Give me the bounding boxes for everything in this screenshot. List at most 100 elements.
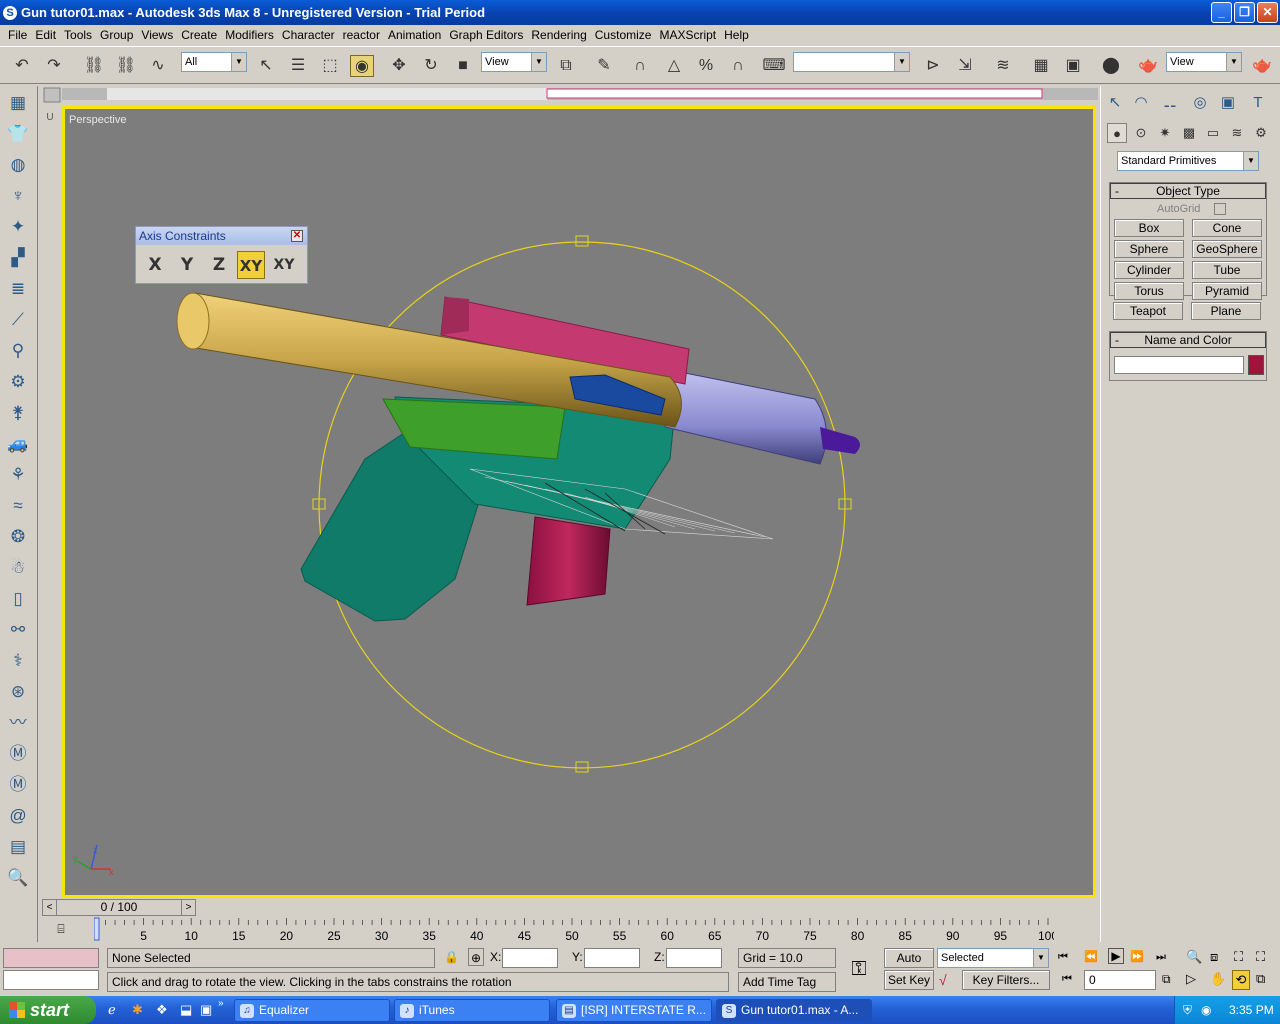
volume-tray-icon[interactable]: ◉ [1201,996,1211,1024]
material-editor-icon[interactable]: ⬤ [1099,55,1123,77]
network-tray-icon[interactable]: ⛨ [1183,996,1192,1024]
gun-barrel-shroud[interactable] [664,368,827,465]
quicklaunch-overflow-icon[interactable]: » [218,998,224,1009]
show-desktop-icon[interactable]: ▣ [200,1002,212,1018]
goto-end-icon[interactable]: ⏭ [1156,948,1166,966]
reference-coordinate-dropdown[interactable]: View ▼ [481,52,547,72]
set-key-icon[interactable]: ⚿ [844,954,874,984]
menu-graph-editors[interactable]: Graph Editors [445,28,527,42]
minimize-button[interactable]: _ [1211,2,1232,23]
percent-snap-icon[interactable]: % [694,55,718,77]
curve-editor-icon[interactable]: ▦ [1029,55,1053,77]
motor-icon[interactable]: ⚙ [3,369,33,395]
taskbar-item-equalizer[interactable]: ♫ Equalizer [234,999,390,1022]
menu-create[interactable]: Create [177,28,221,42]
key-mode-dropdown[interactable]: Selected ▼ [937,948,1049,968]
menu-file[interactable]: File [4,28,31,42]
y-coordinate-input[interactable] [584,948,640,968]
named-selection-dropdown[interactable]: ▼ [793,52,910,72]
select-and-scale-icon[interactable]: ■ [451,55,475,77]
box-button[interactable]: Box [1114,219,1184,237]
next-frame-arrow-icon[interactable]: > [181,900,195,915]
geosphere-button[interactable]: GeoSphere [1192,240,1262,258]
edit-named-selection-icon[interactable]: ⌨ [762,55,786,77]
mirror-icon[interactable]: ⊳ [921,55,945,77]
restrict-z-button[interactable]: Z [205,251,233,279]
menu-edit[interactable]: Edit [31,28,60,42]
fracture-icon[interactable]: ⚘ [3,462,33,488]
menu-animation[interactable]: Animation [384,28,445,42]
field-of-view-icon[interactable]: ▷ [1186,970,1196,988]
bind-to-space-warp-icon[interactable]: ∿ [146,55,170,77]
menu-tools[interactable]: Tools [60,28,96,42]
time-configuration-icon[interactable]: ⧉ [1162,970,1171,988]
window-crossing-icon[interactable]: ◉ [350,55,374,77]
teapot-button[interactable]: Teapot [1113,302,1183,320]
deforming-mesh-icon[interactable]: ✦ [3,214,33,240]
car-wheel-icon[interactable]: ⊛ [3,679,33,705]
axis-constraints-close-icon[interactable]: ✕ [291,230,303,242]
motion-tab-icon[interactable]: ◎ [1189,92,1211,114]
gun-magazine[interactable] [526,516,611,606]
app-quicklaunch-icon-2[interactable]: ⬓ [180,1002,192,1018]
convexity-test-icon[interactable]: @ [3,803,33,829]
z-coordinate-input[interactable] [666,948,722,968]
preview-animation-icon[interactable]: 🔍 [3,865,33,891]
autogrid-checkbox[interactable] [1214,203,1226,215]
select-and-link-icon[interactable]: ⛓ [82,55,106,77]
x-coordinate-input[interactable] [502,948,558,968]
redo-icon[interactable]: ↷ [42,55,66,77]
selection-lock-icon[interactable]: 🔒 [444,948,459,966]
angle-snap-icon[interactable]: △ [662,55,686,77]
spinner-snap-icon[interactable]: ∩ [726,55,750,77]
zoom-all-icon[interactable]: ⧈ [1210,948,1218,966]
space-warps-icon[interactable]: ≋ [1227,123,1247,143]
menu-reactor[interactable]: reactor [339,28,384,42]
render-scene-icon[interactable]: 🫖 [1136,55,1160,77]
taskbar-item-3dsmax[interactable]: S Gun tutor01.max - A... [716,999,872,1022]
plane-button[interactable]: Plane [1191,302,1261,320]
media-quicklaunch-icon[interactable]: ✱ [132,1002,143,1018]
object-category-dropdown[interactable]: Standard Primitives ▼ [1117,151,1259,171]
menu-group[interactable]: Group [96,28,137,42]
display-tab-icon[interactable]: ▣ [1217,92,1239,114]
pan-view-icon[interactable]: ✋ [1210,970,1226,988]
perspective-viewport[interactable]: Perspective z x y [62,106,1096,898]
taskbar-item-itunes[interactable]: ♪ iTunes [394,999,550,1022]
undo-icon[interactable]: ↶ [10,55,34,77]
lights-icon[interactable]: ✷ [1155,123,1175,143]
snaps-toggle-icon[interactable]: ∩ [628,55,652,77]
schematic-view-icon[interactable]: ▣ [1061,55,1085,77]
quick-render-icon[interactable]: 🫖 [1250,55,1274,77]
menu-rendering[interactable]: Rendering [527,28,590,42]
absolute-mode-icon[interactable]: ⊕ [468,948,484,966]
sphere-button[interactable]: Sphere [1114,240,1184,258]
start-button[interactable]: start [0,996,96,1024]
modify-tab-icon[interactable]: ◠ [1130,92,1152,114]
soft-body-collection-icon[interactable]: ◍ [3,152,33,178]
rectangular-selection-icon[interactable]: ⬚ [318,55,342,77]
time-slider[interactable]: < 0 / 100 > [42,899,196,916]
object-color-swatch[interactable] [1248,355,1264,375]
select-object-icon[interactable]: ↖ [254,55,278,77]
maximize-button[interactable]: ❐ [1234,2,1255,23]
shapes-icon[interactable]: ⊙ [1131,123,1151,143]
default-in-out-tangent-icon[interactable]: √ [939,971,947,989]
maxscript-listener-mini-white[interactable] [3,970,99,990]
cylinder-button[interactable]: Cylinder [1114,261,1184,279]
select-and-manipulate-icon[interactable]: ✎ [592,55,616,77]
object-name-input[interactable] [1114,356,1244,374]
cone-button[interactable]: Cone [1192,219,1262,237]
water-icon[interactable]: ≈ [3,493,33,519]
spring-icon[interactable]: ≣ [3,276,33,302]
helpers-icon[interactable]: ▭ [1203,123,1223,143]
app-quicklaunch-icon-1[interactable]: ❖ [156,1002,168,1018]
internet-explorer-quicklaunch-icon[interactable]: ℯ [108,1002,116,1018]
current-frame-marker[interactable] [93,917,100,941]
axis-constraints-title-bar[interactable]: Axis Constraints ✕ [136,227,307,245]
system-clock[interactable]: 3:35 PM [1229,996,1274,1024]
utility-panel-icon[interactable]: ▤ [3,834,33,860]
select-and-rotate-icon[interactable]: ↻ [419,55,443,77]
arc-rotate-icon[interactable]: ⟲ [1232,970,1250,990]
analyze-world-icon[interactable]: Ⓜ [3,772,33,798]
